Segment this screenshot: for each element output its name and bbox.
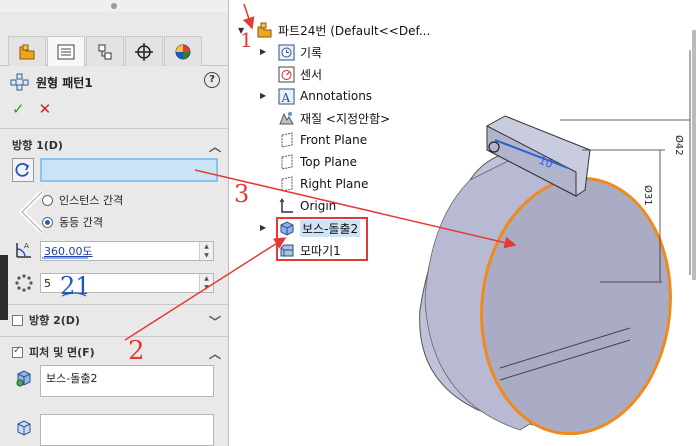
annotation-arrow-1 (242, 3, 255, 30)
annotation-mark-2: 2 (128, 336, 145, 366)
annotation-mark-1: 1 (240, 28, 253, 52)
annotation-arrow-2 (124, 237, 287, 341)
annotation-mark-3: 3 (234, 180, 250, 208)
annotation-overlay (42, 3, 517, 341)
annotation-mark-21: 21 (60, 272, 91, 300)
